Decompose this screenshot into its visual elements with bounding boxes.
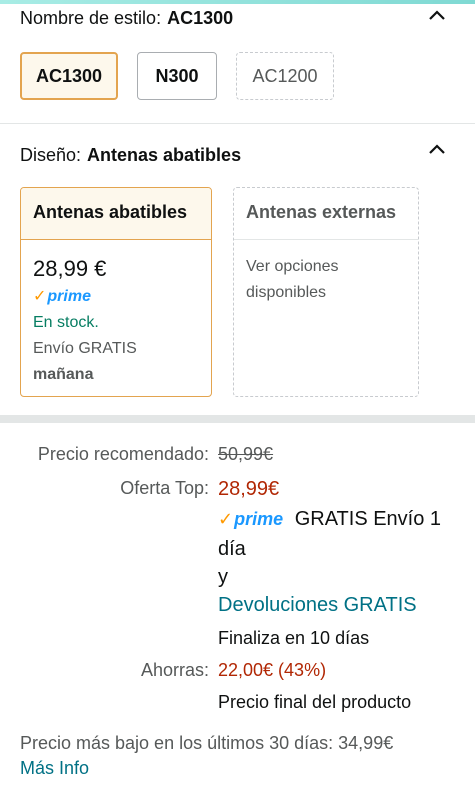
style-value: AC1300 <box>167 8 234 28</box>
style-header[interactable]: Nombre de estilo: AC1300 <box>20 8 233 29</box>
chevron-up-icon[interactable] <box>427 142 447 156</box>
style-option-label: N300 <box>155 65 199 86</box>
savings-label: Ahorras: <box>140 660 209 680</box>
design-header[interactable]: Diseño: Antenas abatibles <box>20 145 241 166</box>
style-option-ac1300[interactable]: AC1300 <box>20 52 118 100</box>
design-label: Diseño: <box>20 145 82 165</box>
style-option-label: AC1300 <box>35 65 103 86</box>
savings-value: 22,00€ (43%) <box>218 660 327 680</box>
recommended-price-label: Precio recomendado: <box>37 444 209 464</box>
deal-label: Oferta Top: <box>120 478 209 498</box>
recommended-price-value: 50,99€ <box>218 444 274 464</box>
style-option-n300[interactable]: N300 <box>137 52 217 100</box>
prime-logo: ✓ prime <box>33 284 91 310</box>
prime-text: prime <box>47 288 91 305</box>
prime-check-icon: ✓ <box>33 288 47 305</box>
stock-status: En stock. <box>33 314 99 331</box>
lowest-price-text: Precio más bajo en los últimos 30 días: … <box>20 733 394 753</box>
final-price-note: Precio final del producto <box>218 692 412 712</box>
and-text: y <box>218 566 228 588</box>
design-option-title: Antenas externas <box>234 188 418 240</box>
design-option-title: Antenas abatibles <box>21 188 211 240</box>
shipping-text: Envío GRATIS <box>33 340 137 357</box>
option-price: 28,99 € <box>33 256 107 281</box>
deal-price: 28,99€ <box>218 478 280 500</box>
chevron-up-icon[interactable] <box>427 8 447 22</box>
design-option-antenas-externas[interactable]: Antenas externas Ver opciones disponible… <box>233 187 419 397</box>
section-divider <box>0 415 475 423</box>
design-option-antenas-abatibles[interactable]: Antenas abatibles 28,99 € ✓ prime En stoc… <box>20 187 212 397</box>
section-divider <box>0 123 475 124</box>
more-info-link[interactable]: Más Info <box>20 758 89 779</box>
design-value: Antenas abatibles <box>87 145 242 165</box>
style-option-ac1200[interactable]: AC1200 <box>236 52 334 100</box>
see-options-text: Ver opciones disponibles <box>246 258 339 301</box>
delivery-day: mañana <box>33 366 94 383</box>
style-option-label: AC1200 <box>252 65 318 86</box>
free-returns-link[interactable]: Devoluciones GRATIS <box>218 594 458 617</box>
prime-check-icon: ✓ <box>218 509 234 529</box>
prime-logo: ✓ prime <box>218 504 283 534</box>
style-label: Nombre de estilo: <box>20 8 162 28</box>
prime-text: prime <box>234 509 284 529</box>
deal-ends-text: Finaliza en 10 días <box>218 628 370 648</box>
top-accent-bar <box>0 0 475 4</box>
